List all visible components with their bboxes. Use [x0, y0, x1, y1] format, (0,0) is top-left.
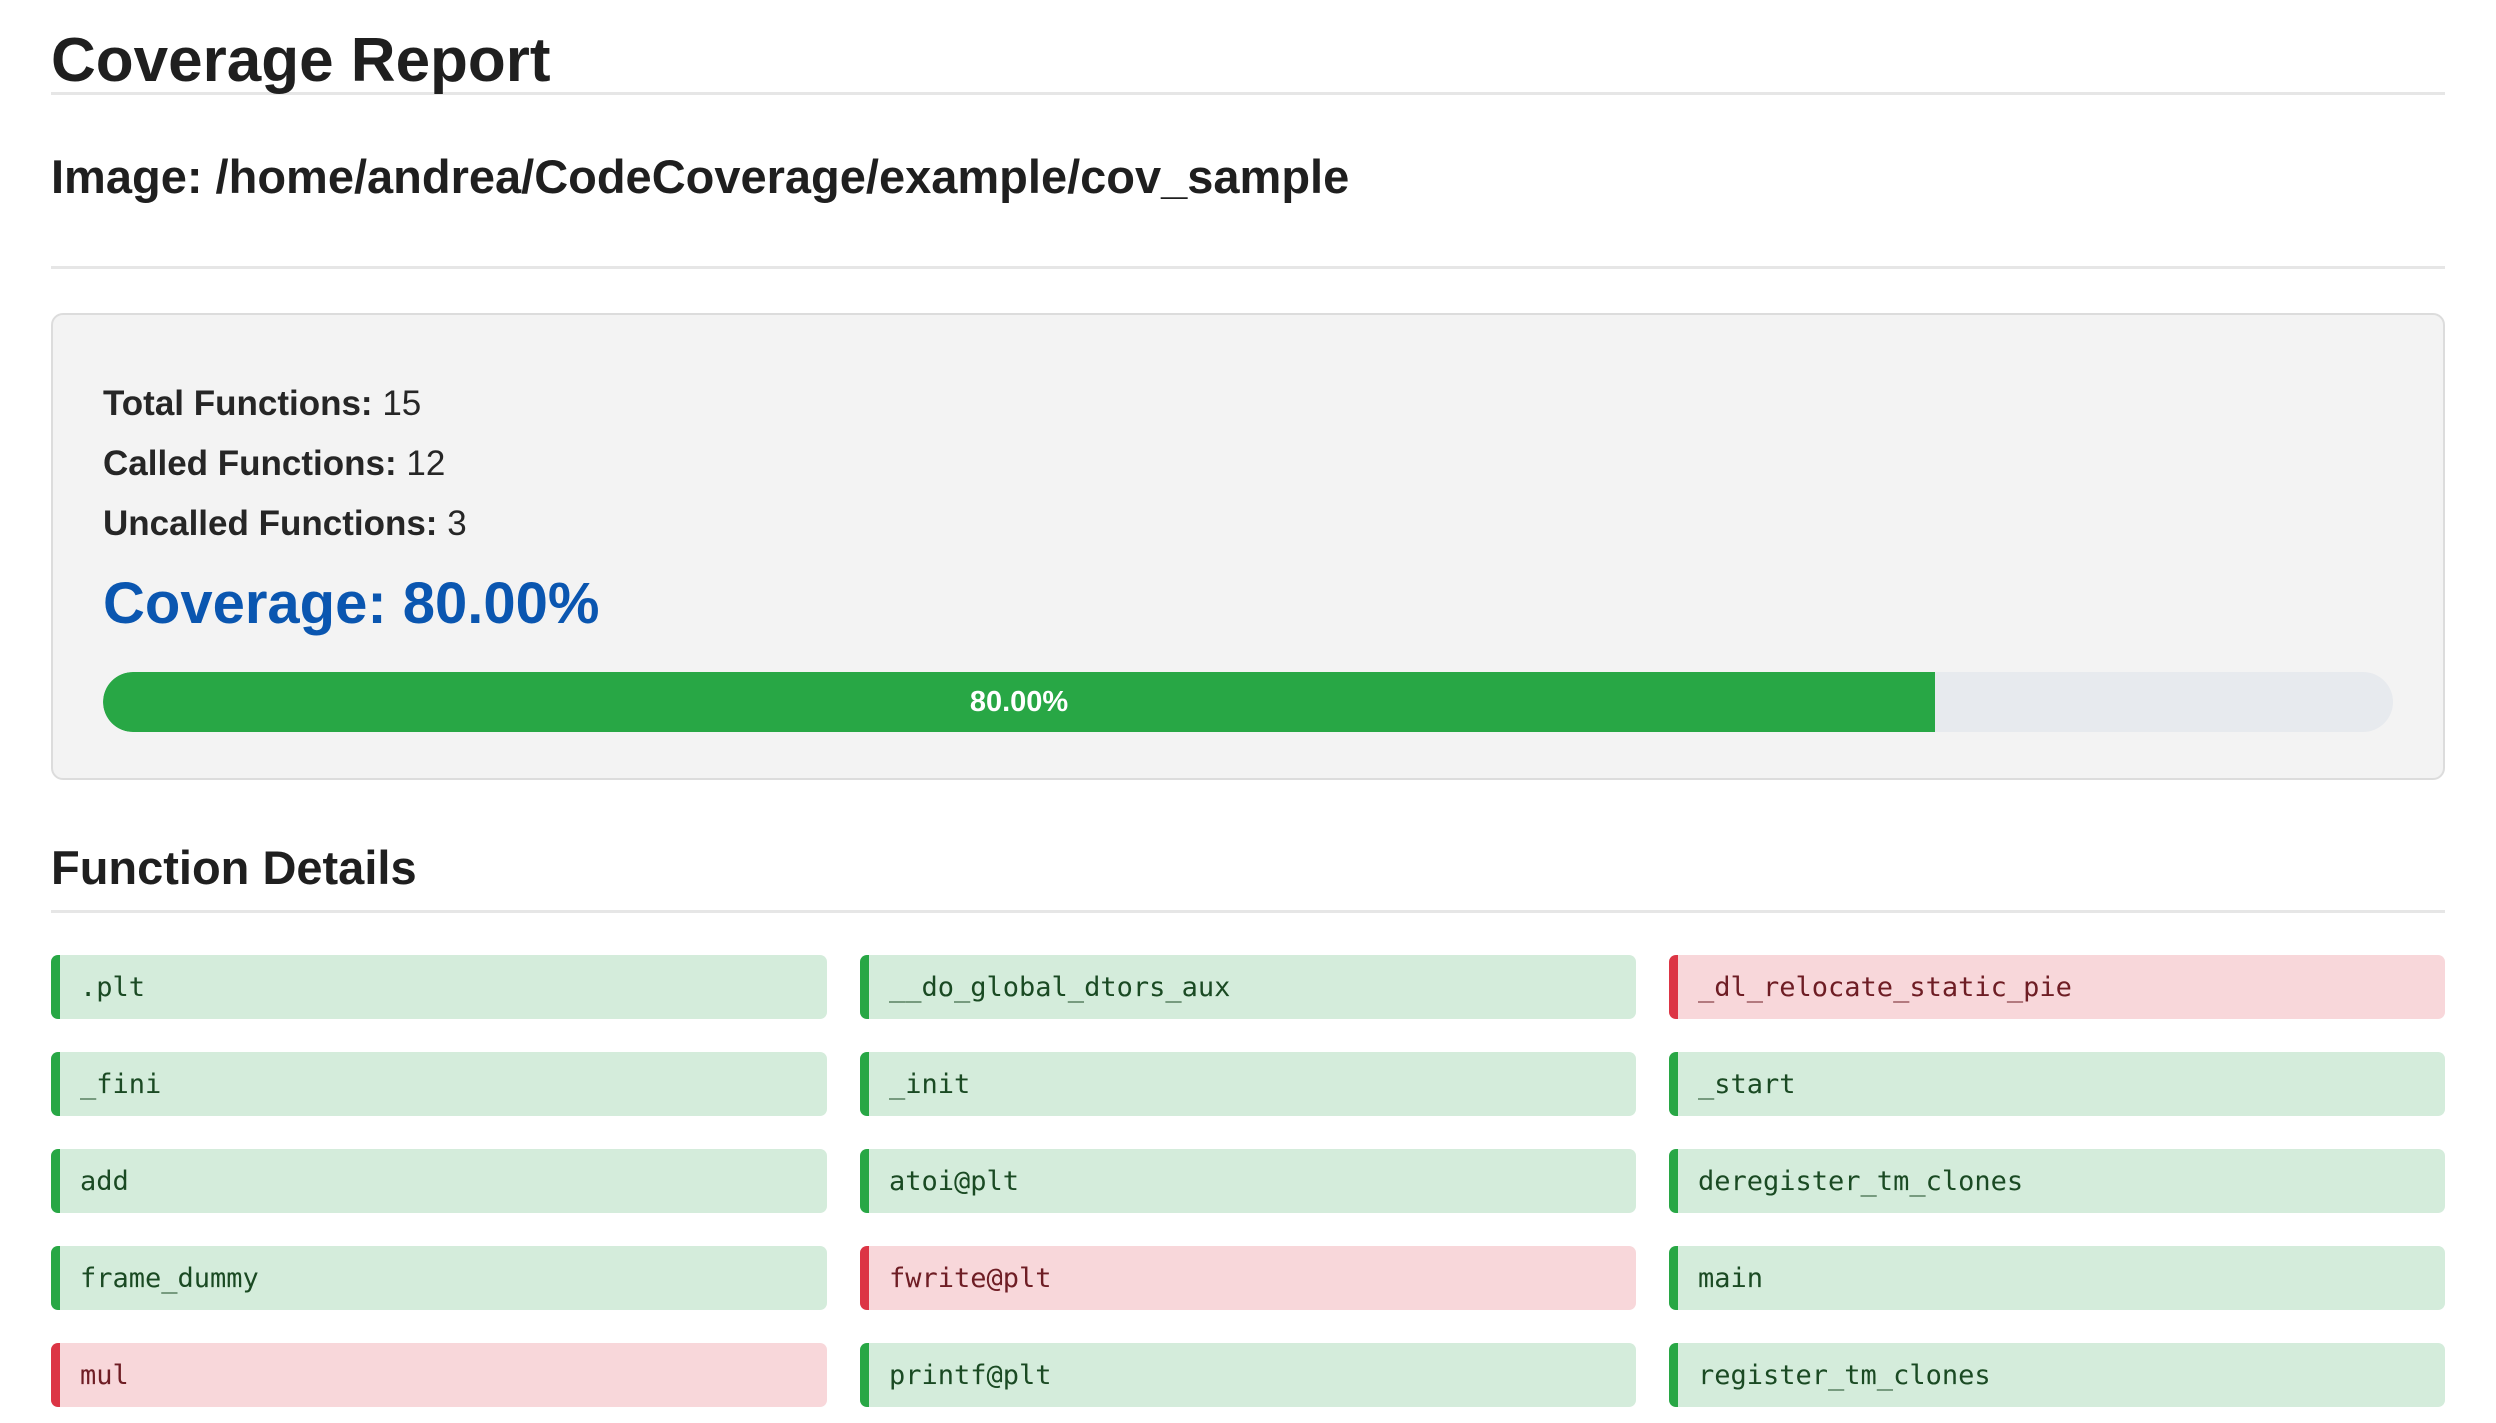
page-title: Coverage Report	[51, 0, 2445, 95]
uncalled-functions-value: 3	[447, 504, 467, 543]
total-functions-value: 15	[382, 384, 422, 423]
function-item-called: _fini	[51, 1052, 827, 1116]
called-functions-label: Called Functions:	[103, 444, 397, 483]
function-item-called: register_tm_clones	[1669, 1343, 2445, 1407]
function-item-called: add	[51, 1149, 827, 1213]
function-item-called: main	[1669, 1246, 2445, 1310]
coverage-progress-fill: 80.00%	[103, 672, 1935, 732]
function-item-called: frame_dummy	[51, 1246, 827, 1310]
function-details-grid: .plt __do_global_dtors_aux _dl_relocate_st…	[51, 955, 2445, 1407]
coverage-progress-bar: 80.00%	[103, 672, 2393, 732]
uncalled-functions-label: Uncalled Functions:	[103, 504, 438, 543]
function-item-called: _init	[860, 1052, 1636, 1116]
called-functions-stat: Called Functions: 12	[103, 442, 445, 486]
function-item-uncalled: _dl_relocate_static_pie	[1669, 955, 2445, 1019]
function-item-called: printf@plt	[860, 1343, 1636, 1407]
called-functions-value: 12	[406, 444, 446, 483]
function-item-called: __do_global_dtors_aux	[860, 955, 1636, 1019]
function-details-heading: Function Details	[51, 838, 2445, 913]
image-path-heading: Image: /home/andrea/CodeCoverage/example…	[51, 95, 2445, 269]
function-item-uncalled: mul	[51, 1343, 827, 1407]
coverage-report-page: Coverage Report Image: /home/andrea/Code…	[0, 0, 2496, 1407]
function-item-called: deregister_tm_clones	[1669, 1149, 2445, 1213]
function-item-called: atoi@plt	[860, 1149, 1636, 1213]
function-item-called: .plt	[51, 955, 827, 1019]
summary-panel: Total Functions: 15 Called Functions: 12…	[51, 313, 2445, 780]
coverage-percentage: Coverage: 80.00%	[103, 571, 600, 636]
function-item-uncalled: fwrite@plt	[860, 1246, 1636, 1310]
function-item-called: _start	[1669, 1052, 2445, 1116]
uncalled-functions-stat: Uncalled Functions: 3	[103, 502, 467, 546]
total-functions-label: Total Functions:	[103, 384, 373, 423]
total-functions-stat: Total Functions: 15	[103, 382, 421, 426]
